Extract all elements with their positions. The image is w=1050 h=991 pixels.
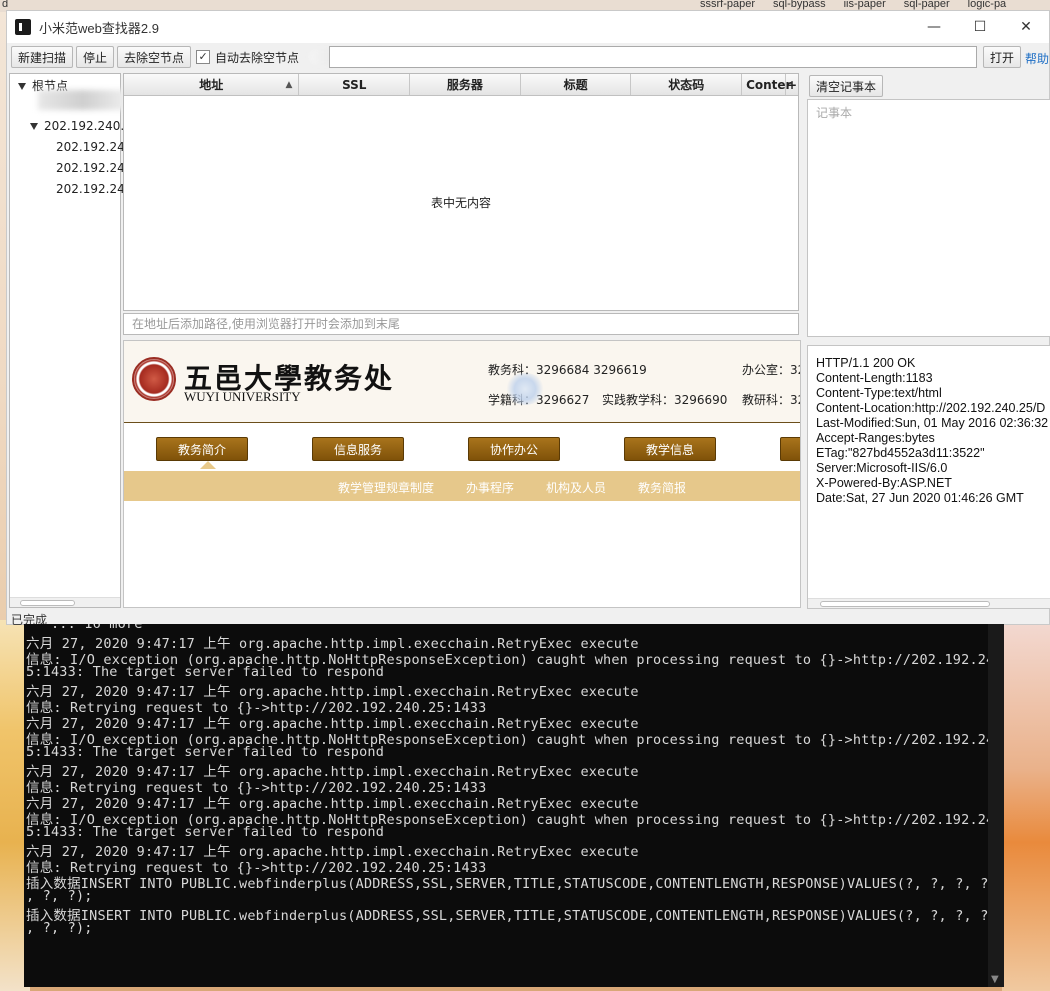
tree-ip-parent-node[interactable]: 202.192.240. bbox=[30, 119, 124, 133]
help-link[interactable]: 帮助 bbox=[1025, 50, 1049, 67]
browser-preview[interactable]: 五邑大學教务处 WUYI UNIVERSITY 教务科：3296684 3296… bbox=[123, 340, 801, 608]
column-header-address[interactable]: 地址 ▲ bbox=[124, 74, 300, 95]
auto-remove-empty-label: 自动去除空节点 bbox=[215, 50, 300, 65]
title-bar: 小米范web查找器2.9 — ☐ ✕ bbox=[7, 11, 1049, 43]
desktop-tab[interactable]: sql-paper bbox=[904, 0, 950, 10]
console-line: 插入数据INSERT INTO PUBLIC.webfinderplus(ADD… bbox=[26, 876, 1004, 892]
sublink-staff[interactable]: 机构及人员 bbox=[546, 479, 606, 496]
sublink-bulletin[interactable]: 教务简报 bbox=[638, 479, 686, 496]
header-line: Content-Length:1183 bbox=[816, 371, 933, 385]
phone-jiaoyan: 教研科：32 bbox=[742, 393, 801, 407]
stop-button[interactable]: 停止 bbox=[76, 46, 115, 68]
results-table: 地址 ▲ SSL 服务器 标题 状态码 Conter + 表中无内容 bbox=[123, 73, 799, 311]
scrollbar-thumb[interactable] bbox=[820, 601, 990, 607]
console-line: , ?, ?); bbox=[26, 920, 93, 936]
desktop-tab[interactable]: iis-paper bbox=[844, 0, 886, 10]
app-icon bbox=[15, 19, 31, 35]
table-empty-message: 表中无内容 bbox=[430, 196, 491, 210]
console-window[interactable]: ... 16 more 六月 27, 2020 9:47:17 上午 org.a… bbox=[24, 624, 1004, 987]
header-line: HTTP/1.1 200 OK bbox=[816, 356, 916, 370]
header-line: Server:Microsoft-IIS/6.0 bbox=[816, 461, 948, 475]
site-subnav: 教学管理规章制度 办事程序 机构及人员 教务简报 bbox=[124, 471, 800, 501]
console-line: 5:1433: The target server failed to resp… bbox=[26, 824, 385, 840]
scroll-down-arrow-icon[interactable]: ▼ bbox=[991, 974, 999, 985]
close-button[interactable]: ✕ bbox=[1003, 11, 1049, 43]
nav-teaching-info[interactable]: 教学信息 bbox=[624, 437, 716, 461]
header-line: Date:Sat, 27 Jun 2020 01:46:26 GMT bbox=[816, 491, 1024, 505]
phone-office: 办公室：32 bbox=[742, 363, 801, 377]
minimize-button[interactable]: — bbox=[911, 11, 957, 43]
app-window: 小米范web查找器2.9 — ☐ ✕ 新建扫描 停止 去除空节点 ✓ 自动去除空… bbox=[6, 10, 1050, 627]
desktop-tabs: sssrf-paper sql-bypass iis-paper sql-pap… bbox=[700, 0, 1006, 10]
notepad-textarea[interactable]: 记事本 bbox=[807, 99, 1050, 337]
console-line: 插入数据INSERT INTO PUBLIC.webfinderplus(ADD… bbox=[26, 908, 1004, 924]
university-seal-icon bbox=[132, 357, 176, 401]
site-logo-english: WUYI UNIVERSITY bbox=[184, 389, 301, 404]
header-line: X-Powered-By:ASP.NET bbox=[816, 476, 952, 490]
toolbar: 新建扫描 停止 去除空节点 ✓ 自动去除空节点 打开 帮助 bbox=[7, 43, 1049, 71]
remove-empty-nodes-button[interactable]: 去除空节点 bbox=[117, 46, 192, 68]
checkbox-check-icon[interactable]: ✓ bbox=[196, 50, 211, 64]
watermark-icon bbox=[504, 373, 546, 405]
expand-arrow-icon[interactable] bbox=[30, 123, 38, 130]
nav-info-service[interactable]: 信息服务 bbox=[312, 437, 404, 461]
header-line: Last-Modified:Sun, 01 May 2016 02:36:32 bbox=[816, 416, 1049, 430]
tree-child-node[interactable]: 202.192.24 bbox=[56, 182, 125, 196]
tree-ip-parent-label: 202.192.240. bbox=[44, 119, 125, 133]
site-header: 五邑大學教务处 WUYI UNIVERSITY 教务科：3296684 3296… bbox=[124, 341, 801, 423]
header-line: Content-Type:text/html bbox=[816, 386, 942, 400]
desktop-tab[interactable]: sssrf-paper bbox=[700, 0, 755, 10]
notepad-placeholder: 记事本 bbox=[816, 106, 853, 120]
nav-active-caret bbox=[200, 461, 216, 469]
column-header-ssl[interactable]: SSL bbox=[299, 74, 411, 95]
nav-collab-office[interactable]: 协作办公 bbox=[468, 437, 560, 461]
maximize-button[interactable]: ☐ bbox=[957, 11, 1003, 43]
scrollbar-thumb[interactable] bbox=[20, 600, 75, 606]
desktop-tab[interactable]: sql-bypass bbox=[773, 0, 826, 10]
window-title: 小米范web查找器2.9 bbox=[39, 20, 159, 36]
headers-horizontal-scrollbar[interactable] bbox=[808, 598, 1050, 608]
column-header-server[interactable]: 服务器 bbox=[410, 74, 521, 95]
column-header-content-length[interactable]: Conter bbox=[742, 74, 791, 95]
host-tree[interactable]: 根节点 202.192.240. 202.192.24 202.192.24 2… bbox=[9, 73, 128, 608]
console-line: ... 16 more bbox=[26, 624, 143, 632]
console-line: 5:1433: The target server failed to resp… bbox=[26, 744, 385, 760]
console-line: , ?, ?); bbox=[26, 888, 93, 904]
table-header: 地址 ▲ SSL 服务器 标题 状态码 Conter + bbox=[124, 74, 798, 96]
nav-intro[interactable]: 教务简介 bbox=[156, 437, 248, 461]
column-header-status-code[interactable]: 状态码 bbox=[631, 74, 743, 95]
header-line: Content-Location:http://202.192.240.25/D bbox=[816, 401, 1046, 415]
desktop-tab[interactable]: logic-pa bbox=[968, 0, 1007, 10]
auto-remove-empty-checkbox[interactable]: ✓ 自动去除空节点 bbox=[196, 49, 299, 66]
desktop-corner-letter: d bbox=[2, 0, 9, 10]
url-input[interactable] bbox=[329, 46, 977, 68]
expand-arrow-icon[interactable] bbox=[18, 83, 26, 90]
clear-notepad-button[interactable]: 清空记事本 bbox=[809, 75, 884, 97]
column-header-title[interactable]: 标题 bbox=[521, 74, 632, 95]
tree-child-node[interactable]: 202.192.24 bbox=[56, 161, 125, 175]
response-headers-panel[interactable]: HTTP/1.1 200 OK Content-Length:1183 Cont… bbox=[807, 345, 1050, 609]
sort-ascending-icon[interactable]: ▲ bbox=[286, 80, 293, 90]
console-line: 5:1433: The target server failed to resp… bbox=[26, 664, 385, 680]
open-button[interactable]: 打开 bbox=[983, 46, 1022, 68]
tree-child-node[interactable]: 202.192.24 bbox=[56, 140, 125, 154]
redacted-node bbox=[38, 90, 128, 110]
nav-more[interactable] bbox=[780, 437, 800, 461]
phone-shijian: 实践教学科：3296690 bbox=[602, 393, 728, 407]
sublink-procedures[interactable]: 办事程序 bbox=[466, 479, 514, 496]
tree-horizontal-scrollbar[interactable] bbox=[10, 597, 120, 607]
sublink-regulations[interactable]: 教学管理规章制度 bbox=[338, 479, 434, 496]
window-controls: — ☐ ✕ bbox=[911, 11, 1049, 43]
site-nav: 教务简介 信息服务 协作办公 教学信息 bbox=[124, 431, 800, 471]
header-line: ETag:"827bd4552a3d11:3522" bbox=[816, 446, 985, 460]
desktop-wallpaper-right bbox=[1002, 620, 1050, 991]
new-scan-button[interactable]: 新建扫描 bbox=[11, 46, 74, 68]
console-scrollbar[interactable]: ▼ bbox=[988, 624, 1004, 987]
header-line: Accept-Ranges:bytes bbox=[816, 431, 935, 445]
path-append-input[interactable]: 在地址后添加路径,使用浏览器打开时会添加到末尾 bbox=[123, 313, 799, 335]
